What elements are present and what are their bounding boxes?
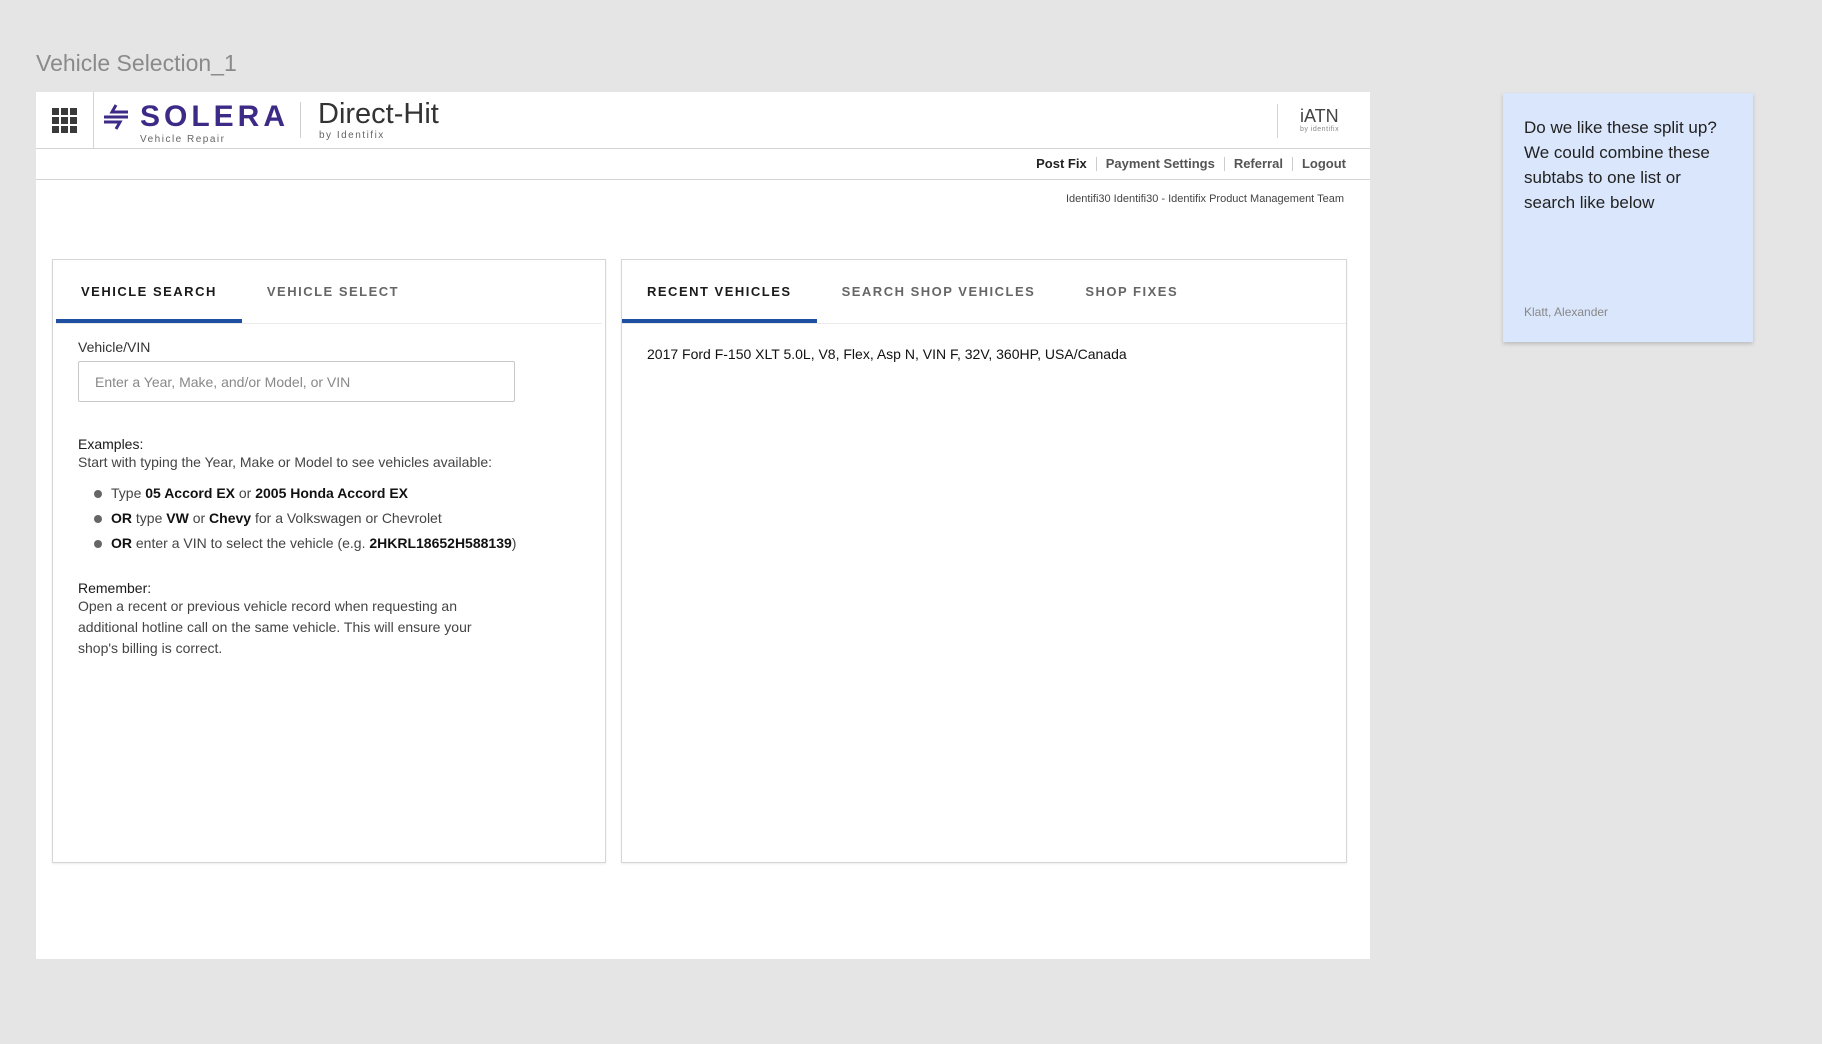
vehicle-search-panel: VEHICLE SEARCH VEHICLE SELECT Vehicle/VI… xyxy=(52,259,606,863)
product-name: Direct-Hit xyxy=(318,98,439,130)
recent-vehicle-item[interactable]: 2017 Ford F-150 XLT 5.0L, V8, Flex, Asp … xyxy=(622,324,1346,384)
tab-recent-vehicles[interactable]: RECENT VEHICLES xyxy=(622,260,817,323)
iatn-wordmark: iATN xyxy=(1300,106,1339,126)
sticky-note[interactable]: Do we like these split up? We could comb… xyxy=(1503,93,1753,342)
list-item: OR enter a VIN to select the vehicle (e.… xyxy=(94,531,580,556)
payment-settings-link[interactable]: Payment Settings xyxy=(1095,157,1224,171)
list-item: OR type VW or Chevy for a Volkswagen or … xyxy=(94,506,580,531)
iatn-divider xyxy=(1277,104,1278,138)
direct-hit-logo[interactable]: Direct-Hit by Identifix xyxy=(318,98,439,141)
tab-vehicle-search[interactable]: VEHICLE SEARCH xyxy=(56,260,242,323)
tab-shop-fixes[interactable]: SHOP FIXES xyxy=(1060,260,1203,323)
grid-icon xyxy=(52,107,77,133)
vehicle-list-panel: RECENT VEHICLES SEARCH SHOP VEHICLES SHO… xyxy=(621,259,1347,863)
vehicle-vin-label: Vehicle/VIN xyxy=(78,339,151,355)
frame-title: Vehicle Selection_1 xyxy=(36,50,237,76)
logout-link[interactable]: Logout xyxy=(1291,157,1346,171)
product-byline: by Identifix xyxy=(319,130,385,141)
remember-title: Remember: xyxy=(78,580,152,596)
left-tabs: VEHICLE SEARCH VEHICLE SELECT xyxy=(56,260,602,324)
app-header: SOLERA Vehicle Repair Direct-Hit by Iden… xyxy=(36,92,1370,149)
app-window: SOLERA Vehicle Repair Direct-Hit by Iden… xyxy=(36,92,1370,959)
vehicle-vin-input[interactable] xyxy=(78,361,515,402)
account-info: Identifi30 Identifi30 - Identifix Produc… xyxy=(1065,193,1344,205)
sticky-note-text: Do we like these split up? We could comb… xyxy=(1524,118,1717,212)
logo-divider xyxy=(300,102,301,138)
solera-tagline: Vehicle Repair xyxy=(140,134,226,145)
utility-nav: Post Fix Payment Settings Referral Logou… xyxy=(36,149,1370,180)
list-item: Type 05 Accord EX or 2005 Honda Accord E… xyxy=(94,481,580,506)
vehicle-search-body: Vehicle/VIN Examples: Start with typing … xyxy=(53,324,605,659)
remember-text: Open a recent or previous vehicle record… xyxy=(78,598,472,656)
referral-link[interactable]: Referral xyxy=(1223,157,1292,171)
tab-search-shop-vehicles[interactable]: SEARCH SHOP VEHICLES xyxy=(817,260,1061,323)
examples-intro: Start with typing the Year, Make or Mode… xyxy=(78,454,493,470)
iatn-link[interactable]: iATN by identifix xyxy=(1300,106,1339,133)
right-tabs: RECENT VEHICLES SEARCH SHOP VEHICLES SHO… xyxy=(622,260,1346,324)
app-launcher-button[interactable] xyxy=(36,92,94,148)
solera-mark-icon xyxy=(104,104,128,130)
sticky-note-author: Klatt, Alexander xyxy=(1524,305,1609,319)
examples-title: Examples: xyxy=(78,436,144,452)
post-fix-link[interactable]: Post Fix xyxy=(1027,157,1096,171)
iatn-byline: by identifix xyxy=(1300,126,1340,133)
tab-vehicle-select[interactable]: VEHICLE SELECT xyxy=(242,260,424,323)
solera-wordmark: SOLERA xyxy=(140,100,290,133)
examples-list: Type 05 Accord EX or 2005 Honda Accord E… xyxy=(78,481,580,556)
